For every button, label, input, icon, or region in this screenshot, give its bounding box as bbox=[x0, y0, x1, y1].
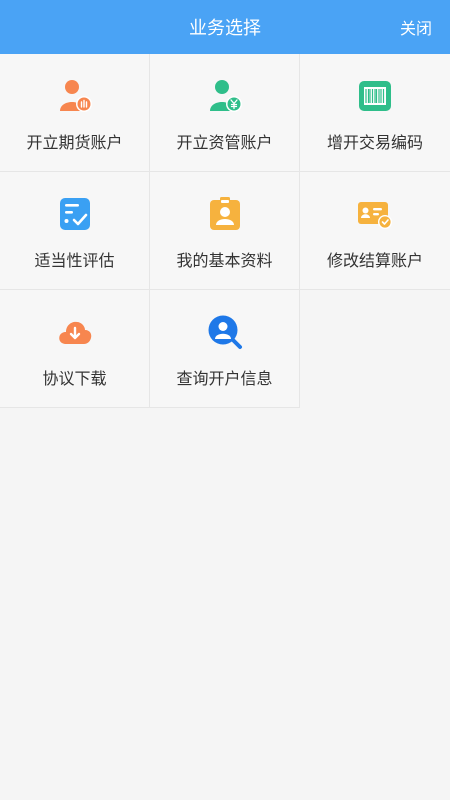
menu-item-agreement-download[interactable]: 协议下载 bbox=[0, 290, 150, 408]
barcode-icon bbox=[357, 78, 393, 114]
page-title: 业务选择 bbox=[189, 18, 261, 39]
business-menu-grid: 开立期货账户 开立资管账户 增开交易编码 适当性评估 我的基本资料 修改结算账户… bbox=[0, 54, 450, 408]
account-card-check-icon bbox=[357, 196, 393, 232]
menu-item-label: 我的基本资料 bbox=[176, 251, 273, 270]
app-header: 业务选择 关闭 bbox=[0, 0, 450, 54]
search-person-icon bbox=[207, 314, 243, 350]
menu-item-open-futures-account[interactable]: 开立期货账户 bbox=[0, 54, 150, 172]
id-badge-icon bbox=[207, 196, 243, 232]
person-futures-icon bbox=[57, 78, 93, 114]
checklist-icon bbox=[57, 196, 93, 232]
empty-grid-cell bbox=[300, 290, 450, 408]
menu-item-label: 查询开户信息 bbox=[176, 369, 273, 388]
menu-item-my-basic-info[interactable]: 我的基本资料 bbox=[150, 172, 300, 290]
menu-item-label: 适当性评估 bbox=[34, 251, 115, 270]
menu-item-label: 修改结算账户 bbox=[326, 251, 423, 270]
cloud-download-icon bbox=[57, 314, 93, 350]
menu-item-label: 开立期货账户 bbox=[26, 133, 123, 152]
menu-item-suitability-assessment[interactable]: 适当性评估 bbox=[0, 172, 150, 290]
menu-item-open-asset-mgmt-account[interactable]: 开立资管账户 bbox=[150, 54, 300, 172]
menu-item-query-account-info[interactable]: 查询开户信息 bbox=[150, 290, 300, 408]
menu-item-add-trading-code[interactable]: 增开交易编码 bbox=[300, 54, 450, 172]
menu-item-label: 开立资管账户 bbox=[176, 133, 273, 152]
menu-item-label: 增开交易编码 bbox=[326, 133, 423, 152]
menu-item-modify-settlement-account[interactable]: 修改结算账户 bbox=[300, 172, 450, 290]
person-yuan-icon bbox=[207, 78, 243, 114]
close-button[interactable]: 关闭 bbox=[400, 0, 432, 54]
menu-item-label: 协议下载 bbox=[42, 369, 107, 388]
